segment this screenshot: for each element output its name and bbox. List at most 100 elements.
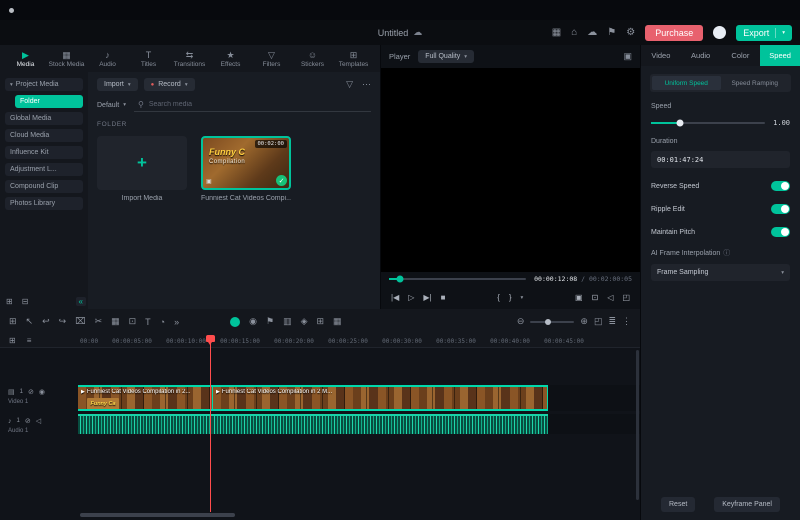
tab-effects[interactable]: ★ Effects xyxy=(210,50,251,68)
playhead[interactable] xyxy=(210,335,211,512)
zoom-slider-handle[interactable] xyxy=(545,319,551,325)
import-media-tile[interactable]: + Import Media xyxy=(97,136,187,202)
sidebar-item-compound-clip[interactable]: Compound Clip xyxy=(5,180,83,193)
settings-icon[interactable]: ⚙ xyxy=(626,27,635,38)
split-screen-icon[interactable]: ▥ xyxy=(283,316,292,327)
new-folder-icon[interactable]: ⊞ xyxy=(6,297,13,306)
more-options-icon[interactable]: ⋯ xyxy=(362,79,371,90)
eye-icon[interactable]: ◉ xyxy=(39,388,45,396)
split-icon[interactable]: ✂ xyxy=(95,316,103,327)
mark-out-icon[interactable]: } xyxy=(509,293,512,302)
tab-media[interactable]: ▶ Media xyxy=(5,50,46,68)
previous-frame-icon[interactable]: |◀ xyxy=(391,293,399,302)
sort-dropdown[interactable]: Default ▾ xyxy=(97,102,126,109)
import-button[interactable]: Import ▾ xyxy=(97,78,138,91)
cloud-sync-icon[interactable]: ☁ xyxy=(413,27,422,38)
sidebar-item-adjustment-layer[interactable]: Adjustment L... xyxy=(5,163,83,176)
zoom-slider[interactable] xyxy=(530,321,574,323)
purchase-button[interactable]: Purchase xyxy=(645,25,703,41)
sidebar-item-folder[interactable]: Folder xyxy=(15,95,83,108)
lock-icon[interactable]: ⊘ xyxy=(25,417,31,425)
video-clip-2[interactable]: ▶ Funniest Cat Videos Compilation in 2 M… xyxy=(212,385,548,411)
quality-dropdown[interactable]: Full Quality ▾ xyxy=(418,50,474,63)
vertical-scrollbar[interactable] xyxy=(636,350,639,500)
snap-icon[interactable]: ≡ xyxy=(27,336,32,345)
play-icon[interactable]: ▷ xyxy=(408,293,414,302)
audio-clip-2[interactable] xyxy=(212,414,548,434)
snapshot-icon[interactable]: ▣ xyxy=(575,293,583,302)
zoom-in-icon[interactable]: ⊕ xyxy=(580,316,588,327)
avatar[interactable] xyxy=(713,26,726,39)
mic-icon[interactable]: ◉ xyxy=(249,316,257,327)
tab-stickers[interactable]: ☺ Stickers xyxy=(292,50,333,68)
redo-icon[interactable]: ↪ xyxy=(59,316,67,327)
audio-clip-1[interactable] xyxy=(78,414,212,434)
duration-input[interactable]: 00:01:47:24 xyxy=(651,151,790,168)
chroma-key-icon[interactable]: ⊞ xyxy=(317,316,325,327)
maintain-pitch-toggle[interactable] xyxy=(771,227,790,237)
sidebar-item-global-media[interactable]: Global Media xyxy=(5,112,83,125)
speed-slider-handle[interactable] xyxy=(676,120,683,127)
search-input[interactable] xyxy=(149,101,367,108)
reverse-speed-toggle[interactable] xyxy=(771,181,790,191)
marker-icon[interactable]: ⚑ xyxy=(266,316,274,327)
layout-icon[interactable]: ▦ xyxy=(552,27,561,38)
chevron-down-icon[interactable]: ▾ xyxy=(521,295,524,301)
info-icon[interactable]: ⓘ xyxy=(723,248,730,258)
media-clip-tile[interactable]: Funny C Compilation 00:02:00 ▣ ✓ Funnies… xyxy=(201,136,291,202)
seek-handle[interactable] xyxy=(396,276,403,283)
horizontal-scrollbar[interactable] xyxy=(80,513,235,517)
reset-button[interactable]: Reset xyxy=(661,497,695,512)
window-control-dot[interactable] xyxy=(9,8,14,13)
export-button[interactable]: Export ▾ xyxy=(736,25,792,41)
tab-video[interactable]: Video xyxy=(641,45,681,66)
pointer-tool-icon[interactable]: ↖ xyxy=(26,316,34,327)
tab-titles[interactable]: T Titles xyxy=(128,50,169,68)
delete-folder-icon[interactable]: ⊟ xyxy=(22,297,29,306)
playhead-handle[interactable] xyxy=(206,335,215,342)
mark-in-icon[interactable]: { xyxy=(497,293,500,302)
speed-ramping-tab[interactable]: Speed Ramping xyxy=(721,76,790,90)
filter-icon[interactable]: ▽ xyxy=(346,79,353,90)
text-tool-icon[interactable]: T xyxy=(145,317,151,327)
tab-transitions[interactable]: ⇆ Transitions xyxy=(169,50,210,68)
speed-slider[interactable] xyxy=(651,122,765,124)
more-vertical-icon[interactable]: ⋮ xyxy=(622,316,631,327)
tab-speed[interactable]: Speed xyxy=(760,45,800,66)
sidebar-item-influence-kit[interactable]: Influence Kit xyxy=(5,146,83,159)
undo-icon[interactable]: ↩ xyxy=(42,316,50,327)
cloud-icon[interactable]: ☁ xyxy=(587,27,597,38)
uniform-speed-tab[interactable]: Uniform Speed xyxy=(652,76,721,90)
detach-icon[interactable]: ▦ xyxy=(111,316,120,327)
preview-mode-icon[interactable]: ▣ xyxy=(623,51,632,62)
crop-tool-icon[interactable]: ⊡ xyxy=(129,316,137,327)
video-clip-1[interactable]: Funny Ca ▶ Funniest Cat Videos Compilati… xyxy=(78,385,212,411)
zoom-out-icon[interactable]: ⊖ xyxy=(517,316,525,327)
voiceover-record-button[interactable] xyxy=(230,317,240,327)
volume-icon[interactable]: ◁ xyxy=(607,293,613,302)
tab-stock-media[interactable]: ▦ Stock Media xyxy=(46,50,87,68)
track-list-icon[interactable]: ≣ xyxy=(608,316,616,327)
fullscreen-icon[interactable]: ◰ xyxy=(622,293,630,302)
timeline-ruler[interactable]: ⊞ ≡ 00:00 00:00:05:00 00:00:10:00 00:00:… xyxy=(0,334,640,348)
notification-icon[interactable]: ⚑ xyxy=(607,27,616,38)
lock-icon[interactable]: ⊘ xyxy=(28,388,34,396)
crop-icon[interactable]: ⊡ xyxy=(592,293,599,302)
device-icon[interactable]: ⌂ xyxy=(571,27,577,38)
stop-icon[interactable]: ■ xyxy=(441,293,446,302)
keyframe-panel-button[interactable]: Keyframe Panel xyxy=(714,497,780,512)
tab-filters[interactable]: ▽ Filters xyxy=(251,50,292,68)
tab-audio-props[interactable]: Audio xyxy=(681,45,721,66)
tab-templates[interactable]: ⊞ Templates xyxy=(333,50,374,68)
delete-icon[interactable]: ⌧ xyxy=(75,316,85,327)
speaker-icon[interactable]: ◁ xyxy=(36,417,41,425)
ripple-edit-toggle[interactable] xyxy=(771,204,790,214)
video-preview[interactable] xyxy=(381,68,640,272)
sidebar-item-photos-library[interactable]: Photos Library xyxy=(5,197,83,210)
sidebar-item-project-media[interactable]: ▾ Project Media xyxy=(5,78,83,91)
seek-bar[interactable] xyxy=(389,278,526,280)
grid-view-icon[interactable]: ▦ xyxy=(333,316,342,327)
ai-interpolation-dropdown[interactable]: Frame Sampling ▾ xyxy=(651,264,790,281)
collapse-sidebar-icon[interactable]: « xyxy=(76,297,86,306)
chevron-down-icon[interactable]: ▾ xyxy=(782,30,785,36)
